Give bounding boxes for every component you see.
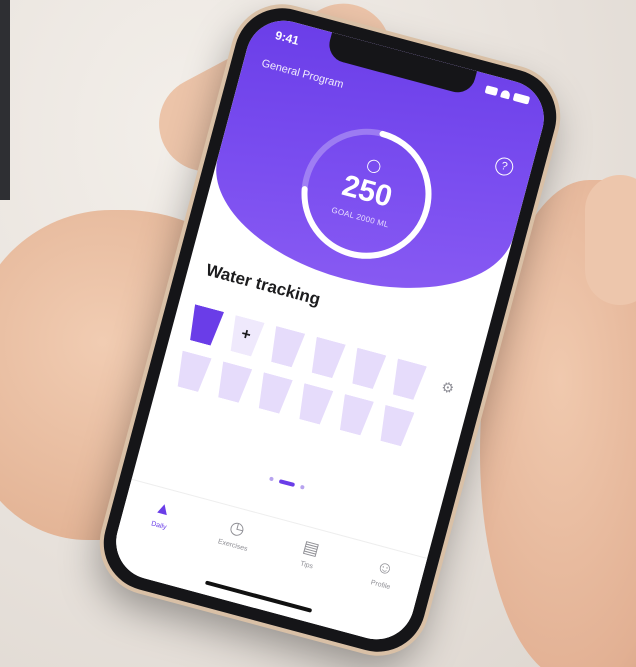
photo-scene: 9:41 General Program ? ◯ 250 GOAL 2000 M… — [0, 0, 636, 667]
background-edge — [0, 0, 10, 200]
page-dot-active[interactable] — [278, 479, 296, 488]
cup-empty[interactable] — [336, 394, 374, 437]
page-indicator — [269, 476, 305, 490]
cup-filled[interactable] — [186, 304, 224, 347]
tab-profile[interactable]: ☺ Profile — [337, 551, 416, 646]
section-title: Water tracking — [203, 260, 323, 310]
cup-empty[interactable] — [254, 372, 292, 415]
add-cup-label: + — [239, 325, 253, 345]
page-dot[interactable] — [299, 484, 305, 490]
cup-empty[interactable] — [214, 361, 252, 404]
cup-empty[interactable] — [376, 405, 414, 448]
cup-grid: + — [173, 304, 436, 450]
right-thumb — [585, 175, 636, 305]
tab-tips[interactable]: ▤ Tips — [263, 531, 342, 626]
settings-gear-icon[interactable]: ⚙ — [439, 378, 456, 398]
cup-empty[interactable] — [307, 337, 345, 380]
cup-empty[interactable] — [389, 359, 427, 402]
cup-empty[interactable] — [295, 383, 333, 426]
page-dot[interactable] — [269, 476, 274, 482]
cup-empty[interactable] — [348, 348, 386, 391]
add-cup-button[interactable]: + — [226, 315, 264, 358]
cup-empty[interactable] — [267, 326, 305, 369]
tab-daily[interactable]: ▲ Daily — [116, 492, 195, 587]
cup-empty[interactable] — [173, 351, 211, 394]
tab-exercises[interactable]: ◷ Exercises — [190, 511, 269, 606]
tab-bar: ▲ Daily ◷ Exercises ▤ Tips ☺ Profile — [107, 478, 428, 648]
